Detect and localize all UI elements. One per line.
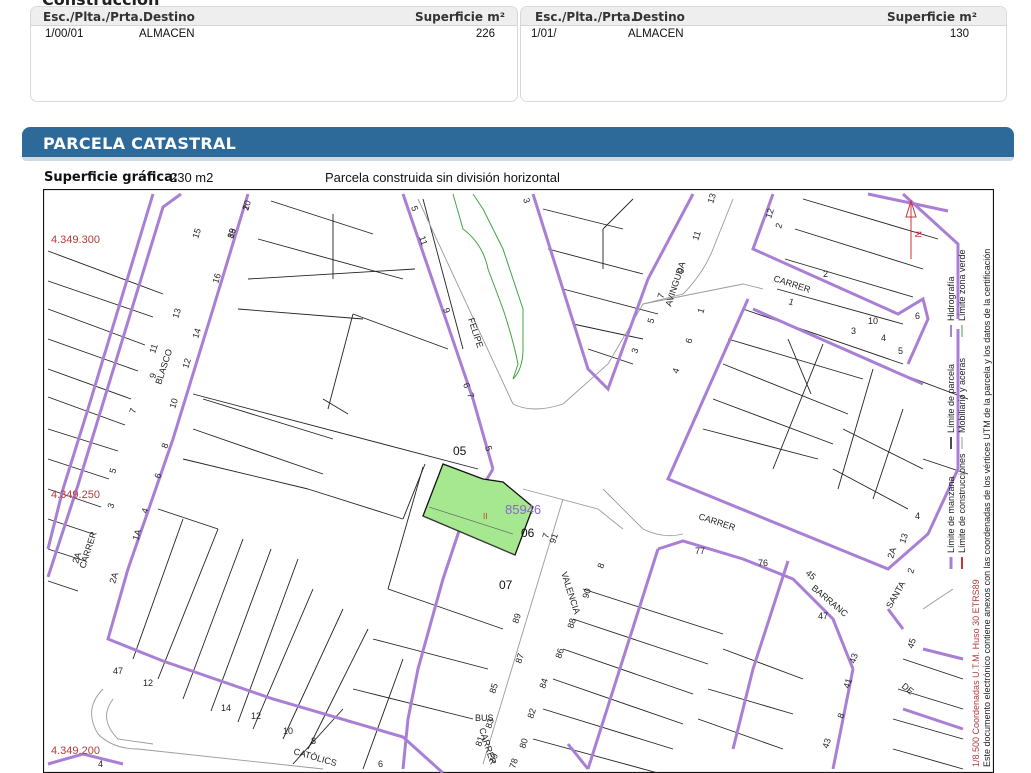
subparcel-label: 07	[499, 578, 513, 592]
legend-coord-note: 1/8.500 Coordenadas U.T.M. Huso 30 ETRS8…	[971, 579, 981, 767]
cell-destino: ALMACEN	[628, 28, 684, 40]
superficie-value: 230 m2	[170, 170, 214, 185]
section-header: PARCELA CATASTRAL	[22, 127, 1014, 157]
cell-escalera: 1/00/01	[45, 28, 84, 40]
cadastral-map: II 4.349.300 4.349.250 4.349.200 85946 0…	[43, 189, 994, 773]
cell-destino: ALMACEN	[139, 28, 195, 40]
table-row: 1/00/01 ALMACEN 226	[31, 26, 517, 42]
map-svg: II 4.349.300 4.349.250 4.349.200 85946 0…	[43, 189, 994, 773]
subparcel-label: 06	[521, 526, 535, 540]
legend-item: Límite zona verde	[957, 249, 967, 321]
svg-text:N: N	[913, 231, 923, 238]
coord-label: 4.349.200	[51, 745, 100, 757]
cell-superficie: 130	[949, 28, 969, 40]
section-header-shadow	[22, 157, 1014, 161]
table-row: 1/01/ ALMACEN 130	[521, 26, 1006, 42]
house-number: 47	[818, 611, 828, 621]
house-number: 8	[311, 736, 316, 746]
parcel-ref: 85946	[505, 502, 541, 517]
header-escalera: Esc./Plta./Prta.	[43, 10, 144, 24]
header-escalera: Esc./Plta./Prta.	[535, 10, 636, 24]
legend-doc-note: Este documento electrónico contiene anex…	[982, 249, 992, 767]
construccion-table-left: Esc./Plta./Prta. Destino Superficie m² 1…	[30, 6, 518, 102]
house-number: 6	[378, 759, 383, 769]
legend-item: Límite de manzana	[946, 476, 956, 553]
table-header: Esc./Plta./Prta. Destino Superficie m²	[521, 7, 1006, 26]
cell-escalera: 1/01/	[531, 28, 557, 40]
house-number: 47	[113, 666, 123, 676]
house-number: 4	[881, 333, 886, 343]
house-number: 2	[823, 269, 828, 279]
house-number: 4	[915, 511, 920, 521]
superficie-label: Superficie gráfica:	[44, 170, 179, 185]
header-destino: Destino	[633, 10, 685, 24]
section-title: PARCELA CATASTRAL	[43, 134, 237, 153]
legend-item: Límite de parcela	[946, 364, 956, 433]
legend-item: Mobiliario y aceras	[957, 357, 967, 433]
parcela-description: Parcela construida sin división horizont…	[325, 170, 560, 185]
house-number: 12	[251, 711, 261, 721]
house-number: 10	[283, 726, 293, 736]
parcel-mark: II	[483, 512, 487, 521]
legend-item: Límite de construcciones	[957, 453, 967, 553]
legend-item: Hidrografía	[946, 276, 956, 321]
house-number: 77	[695, 546, 705, 556]
house-number: 76	[758, 558, 768, 568]
table-header: Esc./Plta./Prta. Destino Superficie m²	[31, 7, 517, 26]
house-number: 3	[851, 326, 856, 336]
house-number: 10	[868, 316, 878, 326]
house-number: 6	[915, 311, 920, 321]
header-superficie: Superficie m²	[414, 10, 505, 24]
house-number: 5	[898, 346, 903, 356]
coord-label: 4.349.300	[51, 234, 100, 246]
house-number: 12	[143, 678, 153, 688]
subparcel-label: 05	[453, 444, 467, 458]
cell-superficie: 226	[475, 28, 495, 40]
header-destino: Destino	[143, 10, 195, 24]
coord-label: 4.349.250	[51, 489, 100, 501]
house-number: 14	[221, 703, 231, 713]
header-superficie: Superficie m²	[886, 10, 977, 24]
construccion-table-right: Esc./Plta./Prta. Destino Superficie m² 1…	[520, 6, 1007, 102]
house-number: 4	[98, 759, 103, 769]
